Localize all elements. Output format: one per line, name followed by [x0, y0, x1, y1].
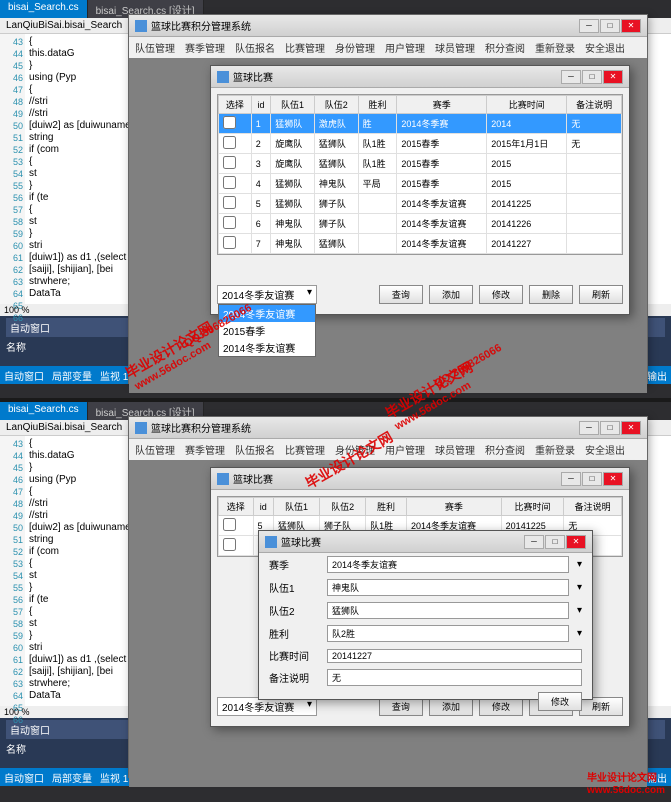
menu-item[interactable]: 赛季管理 [185, 40, 225, 55]
code-editor[interactable]: { this.dataG}using (Pyp{ //stri //stri[d… [25, 34, 140, 304]
time-field[interactable]: 20141227 [327, 649, 582, 663]
team2-label: 队伍2 [269, 603, 319, 618]
menu-item[interactable]: 比赛管理 [285, 442, 325, 457]
menu-item[interactable]: 球员管理 [435, 442, 475, 457]
submit-button[interactable]: 修改 [538, 692, 582, 711]
minimize-icon[interactable]: ─ [579, 421, 599, 435]
chevron-down-icon: ▾ [577, 582, 582, 593]
menu-item[interactable]: 赛季管理 [185, 442, 225, 457]
menu-item[interactable]: 积分查阅 [485, 442, 525, 457]
menu-item[interactable]: 身份管理 [335, 442, 375, 457]
table-row[interactable]: 7神鬼队猛狮队2014冬季友谊赛20141227 [219, 234, 622, 254]
minimize-icon[interactable]: ─ [524, 535, 544, 549]
table-row[interactable]: 6神鬼队狮子队2014冬季友谊赛20141226 [219, 214, 622, 234]
app-title: 篮球比赛积分管理系统 [151, 420, 251, 435]
table-row[interactable]: 3旋鹰队猛狮队队1胜2015春季2015 [219, 154, 622, 174]
tab-file[interactable]: bisai_Search.cs [0, 0, 88, 18]
edit-button[interactable]: 修改 [479, 285, 523, 304]
menu-item[interactable]: 安全退出 [585, 442, 625, 457]
minimize-icon[interactable]: ─ [579, 19, 599, 33]
maximize-icon[interactable]: □ [582, 70, 602, 84]
maximize-icon[interactable]: □ [545, 535, 565, 549]
line-gutter: 4344454647484950515253545556575859606162… [0, 34, 25, 304]
menu-item[interactable]: 安全退出 [585, 40, 625, 55]
app-icon [135, 20, 147, 32]
maximize-icon[interactable]: □ [582, 472, 602, 486]
team1-field[interactable]: 神鬼队 [327, 579, 569, 596]
team1-label: 队伍1 [269, 580, 319, 595]
menu-item[interactable]: 队伍报名 [235, 442, 275, 457]
app-title: 篮球比赛积分管理系统 [151, 18, 251, 33]
chevron-down-icon: ▾ [577, 559, 582, 570]
menu-item[interactable]: 重新登录 [535, 442, 575, 457]
dialog-icon [265, 536, 277, 548]
season-dropdown-list[interactable]: 2014冬季友谊赛 2015春季 2014冬季友谊赛 [218, 304, 316, 357]
chevron-down-icon: ▾ [307, 287, 312, 302]
app-icon [135, 422, 147, 434]
table-row[interactable]: 5猛狮队狮子队2014冬季友谊赛20141225 [219, 194, 622, 214]
table-row[interactable]: 2旋鹰队猛狮队队1胜2015春季2015年1月1日无 [219, 134, 622, 154]
menu-item[interactable]: 队伍管理 [135, 442, 175, 457]
season-label: 赛季 [269, 557, 319, 572]
dialog-icon [217, 473, 229, 485]
app-menu-bar: 队伍管理赛季管理队伍报名比赛管理身份管理用户管理球员管理积分查阅重新登录安全退出 [129, 439, 647, 460]
team2-field[interactable]: 猛狮队 [327, 602, 569, 619]
watermark-footer: 毕业设计论文网www.56doc.com [587, 769, 665, 796]
table-row[interactable]: 4猛狮队神鬼队平局2015春季2015 [219, 174, 622, 194]
close-icon[interactable]: ✕ [621, 421, 641, 435]
refresh-button[interactable]: 刷新 [579, 285, 623, 304]
menu-item[interactable]: 重新登录 [535, 40, 575, 55]
close-icon[interactable]: ✕ [603, 70, 623, 84]
dialog-title: 篮球比赛 [233, 69, 273, 84]
minimize-icon[interactable]: ─ [561, 472, 581, 486]
chevron-down-icon: ▾ [577, 605, 582, 616]
chevron-down-icon: ▾ [577, 628, 582, 639]
menu-item[interactable]: 积分查阅 [485, 40, 525, 55]
maximize-icon[interactable]: □ [600, 421, 620, 435]
match-grid[interactable]: 选择id队伍1队伍2胜利赛季比赛时间备注说明1猛狮队激虎队胜2014冬季赛201… [217, 94, 623, 255]
close-icon[interactable]: ✕ [566, 535, 586, 549]
time-label: 比赛时间 [269, 648, 319, 663]
delete-button[interactable]: 删除 [529, 285, 573, 304]
tab-file[interactable]: bisai_Search.cs [0, 402, 88, 420]
dialog-title: 篮球比赛 [281, 534, 321, 549]
menu-item[interactable]: 比赛管理 [285, 40, 325, 55]
remark-label: 备注说明 [269, 670, 319, 685]
menu-item[interactable]: 队伍管理 [135, 40, 175, 55]
menu-item[interactable]: 球员管理 [435, 40, 475, 55]
win-field[interactable]: 队2胜 [327, 625, 569, 642]
app-menu-bar: 队伍管理赛季管理队伍报名比赛管理身份管理用户管理球员管理积分查阅重新登录安全退出 [129, 37, 647, 58]
add-button[interactable]: 添加 [429, 285, 473, 304]
remark-field[interactable]: 无 [327, 669, 582, 686]
edit-match-dialog: 篮球比赛 ─ □ ✕ 赛季2014冬季友谊赛▾ 队伍1神鬼队▾ 队伍2猛狮队▾ … [258, 530, 593, 700]
match-list-dialog: 篮球比赛 ─ □ ✕ 选择id队伍1队伍2胜利赛季比赛时间备注说明1猛狮队激虎队… [210, 65, 630, 315]
menu-item[interactable]: 身份管理 [335, 40, 375, 55]
close-icon[interactable]: ✕ [603, 472, 623, 486]
menu-item[interactable]: 用户管理 [385, 442, 425, 457]
dialog-icon [217, 71, 229, 83]
menu-item[interactable]: 队伍报名 [235, 40, 275, 55]
query-button[interactable]: 查询 [379, 285, 423, 304]
line-gutter: 4344454647484950515253545556575859606162… [0, 436, 25, 706]
season-field[interactable]: 2014冬季友谊赛 [327, 556, 569, 573]
win-label: 胜利 [269, 626, 319, 641]
minimize-icon[interactable]: ─ [561, 70, 581, 84]
dialog-title: 篮球比赛 [233, 471, 273, 486]
menu-item[interactable]: 用户管理 [385, 40, 425, 55]
season-combo[interactable]: 2014冬季友谊赛▾ [217, 285, 317, 304]
maximize-icon[interactable]: □ [600, 19, 620, 33]
table-row[interactable]: 1猛狮队激虎队胜2014冬季赛2014无 [219, 114, 622, 134]
code-editor[interactable]: { this.dataG}using (Pyp{ //stri //stri[d… [25, 436, 140, 706]
close-icon[interactable]: ✕ [621, 19, 641, 33]
